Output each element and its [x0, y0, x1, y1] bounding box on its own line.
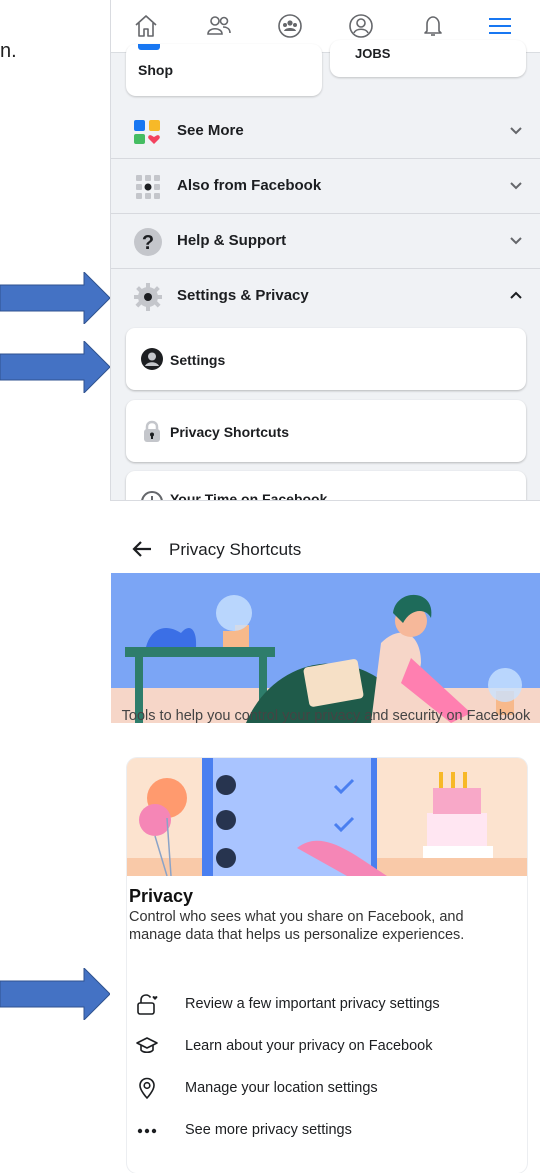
chevron-down-icon	[508, 177, 524, 193]
your-time-label: Your Time on Facebook	[170, 491, 328, 500]
shop-shortcut-card[interactable]: Shop	[126, 44, 322, 96]
help-question-icon: ?	[133, 227, 163, 257]
jobs-label: Jobs	[355, 46, 391, 61]
annotation-arrow-settings-privacy	[0, 272, 110, 324]
chevron-down-icon	[508, 122, 524, 138]
see-more-privacy-item[interactable]: See more privacy settings	[135, 1116, 515, 1146]
privacy-description: Control who sees what you share on Faceb…	[129, 909, 465, 943]
manage-location-item[interactable]: Manage your location settings	[135, 1074, 515, 1104]
privacy-shortcuts-screenshot: Privacy Shortcuts Tools to help you cont…	[111, 528, 540, 1173]
page-title: Privacy Shortcuts	[169, 540, 302, 559]
privacy-shortcuts-menu-item[interactable]: Privacy Shortcuts	[126, 400, 526, 462]
lock-heart-icon	[135, 992, 159, 1016]
notifications-icon[interactable]	[419, 12, 447, 40]
menu-row-settings-privacy[interactable]: Settings & Privacy	[111, 269, 540, 323]
profile-icon[interactable]	[347, 12, 375, 40]
groups-icon[interactable]	[276, 12, 304, 40]
clock-icon	[140, 490, 164, 500]
annotation-arrow-review-privacy	[0, 968, 110, 1020]
settings-label: Settings	[170, 352, 226, 368]
privacy-tagline: Tools to help you control your privacy a…	[121, 708, 531, 724]
learn-about-privacy-item[interactable]: Learn about your privacy on Facebook	[135, 1032, 515, 1062]
learn-about-privacy-label: Learn about your privacy on Facebook	[185, 1038, 433, 1054]
menu-icon[interactable]	[486, 12, 514, 40]
manage-location-label: Manage your location settings	[185, 1080, 378, 1096]
privacy-heading: Privacy	[129, 886, 194, 906]
facebook-menu-screenshot: Shop Jobs See More Also from Facebook ? …	[111, 0, 540, 500]
privacy-illustration	[127, 758, 527, 876]
lock-icon	[140, 419, 164, 443]
home-icon[interactable]	[132, 12, 160, 40]
jobs-shortcut-card[interactable]: Jobs	[330, 40, 526, 77]
annotation-arrow-settings	[0, 341, 110, 393]
graduation-cap-icon	[135, 1034, 159, 1058]
friends-icon[interactable]	[205, 12, 233, 40]
chevron-down-icon	[508, 232, 524, 248]
user-circle-icon	[140, 347, 164, 371]
see-more-label: See More	[177, 122, 244, 139]
review-privacy-settings-item[interactable]: Review a few important privacy settings	[135, 990, 515, 1020]
svg-text:?: ?	[142, 232, 154, 254]
review-privacy-settings-label: Review a few important privacy settings	[185, 996, 440, 1012]
privacy-shortcuts-label: Privacy Shortcuts	[170, 424, 290, 440]
your-time-menu-item[interactable]: Your Time on Facebook	[126, 471, 526, 500]
menu-row-also-from-facebook[interactable]: Also from Facebook	[111, 159, 540, 214]
privacy-section-card: Privacy Control who sees what you share …	[127, 758, 527, 1173]
shop-label: Shop	[138, 62, 173, 78]
also-from-facebook-label: Also from Facebook	[177, 177, 322, 194]
location-pin-icon	[135, 1076, 159, 1100]
more-dots-icon	[135, 1118, 159, 1142]
see-more-privacy-label: See more privacy settings	[185, 1122, 352, 1138]
settings-menu-item[interactable]: Settings	[126, 328, 526, 390]
see-more-icon	[133, 117, 163, 147]
chevron-up-icon	[508, 287, 524, 303]
grid-dots-icon	[133, 172, 163, 202]
cropped-caption-text: n.	[0, 40, 17, 62]
help-support-label: Help & Support	[177, 232, 287, 249]
settings-privacy-label: Settings & Privacy	[177, 287, 309, 304]
back-arrow-icon[interactable]	[131, 538, 153, 560]
gear-icon	[133, 282, 163, 312]
hero-illustration	[111, 573, 540, 723]
menu-row-help-support[interactable]: ? Help & Support	[111, 214, 540, 269]
menu-row-see-more[interactable]: See More	[111, 104, 540, 159]
shop-icon	[138, 44, 160, 50]
